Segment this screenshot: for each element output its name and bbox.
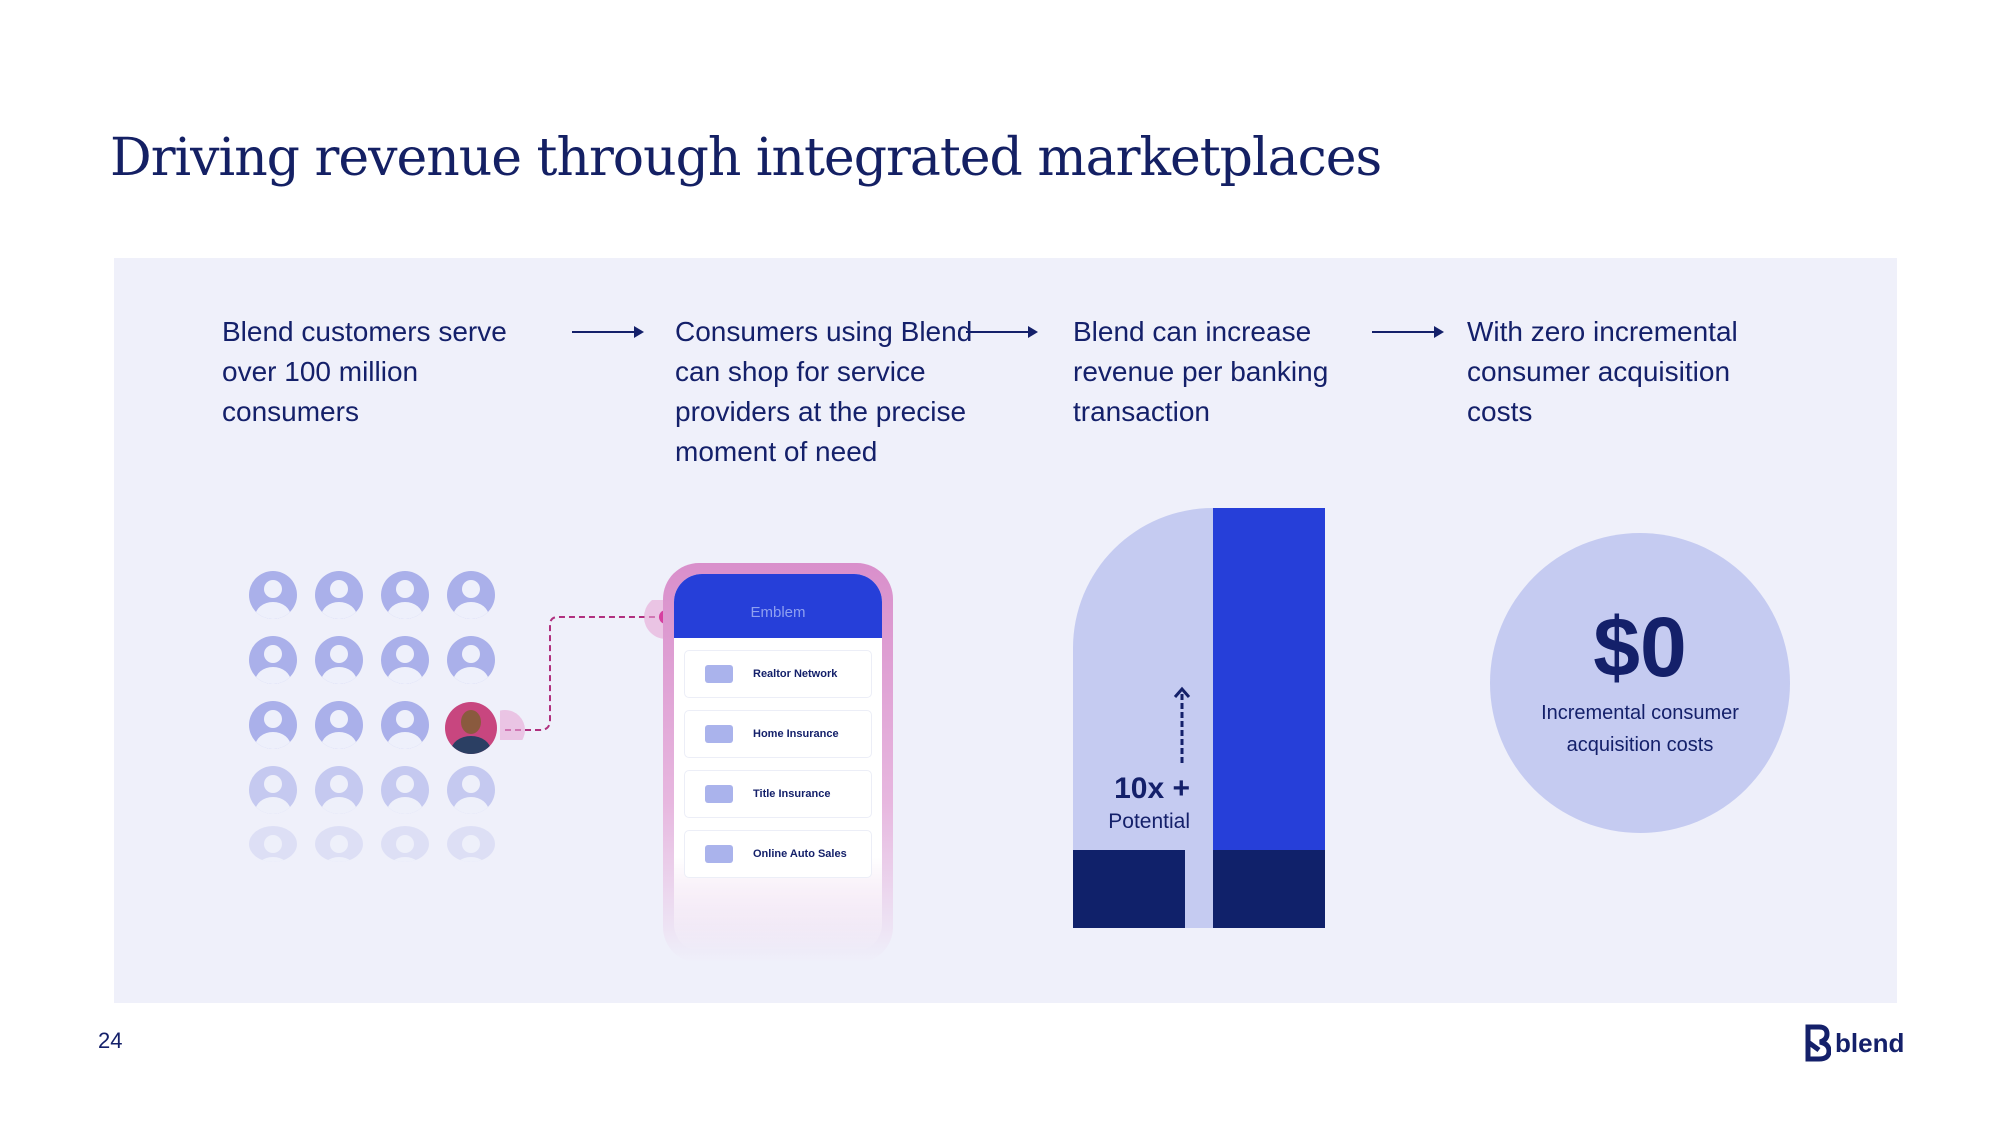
step-2-text: Consumers using Blend can shop for servi… <box>675 316 973 467</box>
zero-cost-circle: $0 Incremental consumer acquisition cost… <box>1490 533 1790 833</box>
consumer-avatar <box>315 826 363 862</box>
consumer-avatar <box>381 636 429 684</box>
marketplace-item[interactable]: Home Insurance <box>684 710 872 758</box>
page-number: 24 <box>98 1028 123 1053</box>
car-icon <box>705 725 733 743</box>
zero-value: $0 <box>1593 600 1687 694</box>
consumer-avatar <box>447 571 495 619</box>
current-revenue-base <box>1213 850 1325 928</box>
page-title: Driving revenue through integrated marke… <box>110 128 1382 188</box>
consumer-avatar <box>249 701 297 749</box>
blend-logo-icon <box>1805 1024 1831 1062</box>
consumer-avatar <box>381 701 429 749</box>
consumer-avatar <box>249 636 297 684</box>
house-icon <box>705 665 733 683</box>
consumer-avatar <box>249 826 297 862</box>
step-1-text: Blend customers serve over 100 million c… <box>222 316 507 427</box>
app-brand: Emblem <box>674 574 882 638</box>
consumer-avatar <box>315 571 363 619</box>
step-4-text: With zero incremental consumer acquisiti… <box>1467 316 1738 427</box>
multiplier-label: 10x + <box>1114 772 1190 805</box>
logo-text: blend <box>1835 1027 1905 1058</box>
potential-label: Potential <box>1108 810 1190 833</box>
arrow-up-icon <box>1173 686 1191 763</box>
document-hand-icon <box>705 785 733 803</box>
arrow-right-icon <box>966 326 1038 338</box>
consumer-avatar <box>381 826 429 862</box>
consumer-avatar <box>315 636 363 684</box>
consumer-avatar <box>315 701 363 749</box>
consumer-avatar <box>381 766 429 814</box>
consumer-avatar <box>249 571 297 619</box>
arrow-right-icon <box>572 326 644 338</box>
marketplace-item[interactable]: Realtor Network <box>684 650 872 698</box>
blend-logo: blend <box>1805 1024 1904 1062</box>
zero-label: Incremental consumer acquisition costs <box>1541 702 1739 756</box>
marketplace-item[interactable]: Title Insurance <box>684 770 872 818</box>
consumer-avatar <box>447 636 495 684</box>
arrow-right-icon <box>1372 326 1444 338</box>
consumer-avatar <box>447 826 495 862</box>
hand-coin-icon <box>705 845 733 863</box>
consumer-avatar <box>249 766 297 814</box>
phone-mockup: Emblem Realtor Network Home Insurance Ti… <box>663 563 893 963</box>
current-revenue-bar <box>1073 850 1185 928</box>
consumer-avatar <box>381 571 429 619</box>
marketplace-item[interactable]: Online Auto Sales <box>684 830 872 878</box>
step-3-text: Blend can increase revenue per banking t… <box>1073 316 1329 427</box>
consumer-avatar <box>315 766 363 814</box>
connector-line <box>500 600 680 740</box>
featured-consumer-avatar <box>445 702 497 754</box>
consumer-avatar <box>447 766 495 814</box>
